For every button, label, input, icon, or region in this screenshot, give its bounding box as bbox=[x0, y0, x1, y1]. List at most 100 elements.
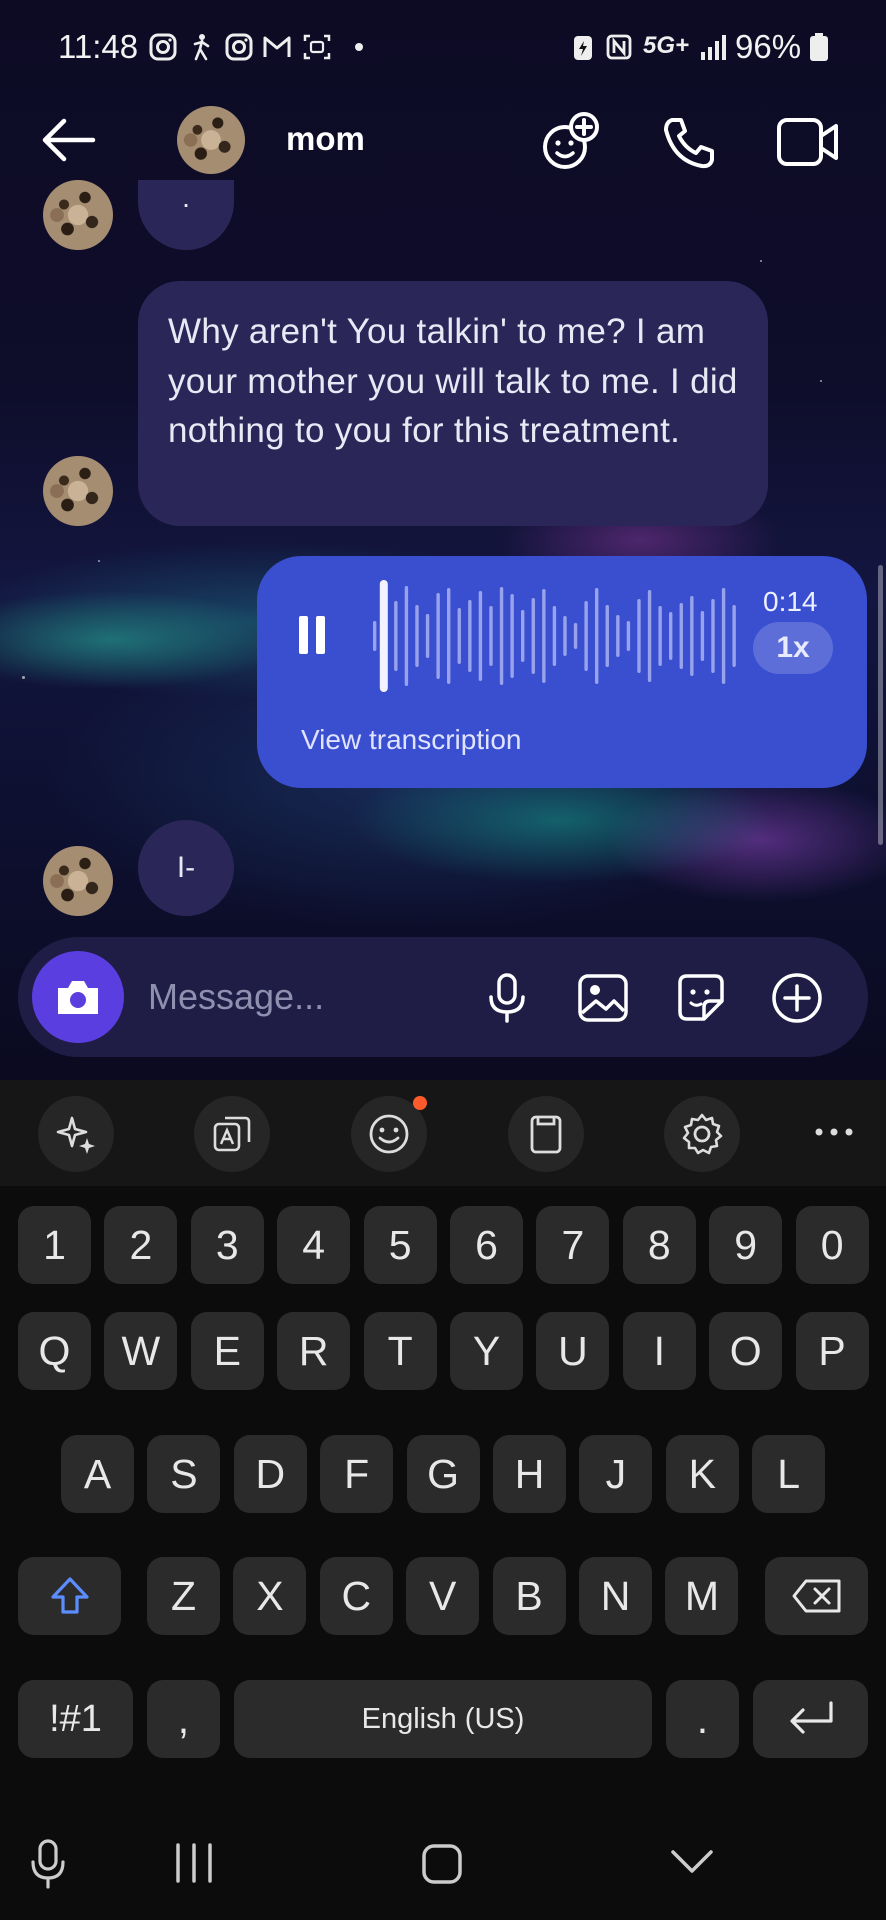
translate-button[interactable] bbox=[194, 1096, 270, 1172]
keyboard-settings-button[interactable] bbox=[664, 1096, 740, 1172]
comma-key[interactable]: , bbox=[147, 1680, 220, 1758]
key-g[interactable]: G bbox=[406, 1435, 480, 1513]
view-transcription-link[interactable]: View transcription bbox=[301, 724, 521, 756]
waveform-bar bbox=[637, 599, 641, 673]
add-effect-icon[interactable] bbox=[538, 110, 602, 174]
key-3[interactable]: 3 bbox=[190, 1206, 264, 1284]
waveform-bar bbox=[679, 603, 683, 669]
navigation-bar bbox=[0, 1820, 886, 1920]
waveform-bar bbox=[658, 606, 662, 666]
waveform-bar bbox=[415, 605, 419, 667]
key-7[interactable]: 7 bbox=[536, 1206, 610, 1284]
key-i[interactable]: I bbox=[622, 1312, 696, 1390]
key-q[interactable]: Q bbox=[18, 1312, 91, 1390]
key-v[interactable]: V bbox=[406, 1557, 480, 1635]
instagram-icon-2 bbox=[225, 33, 253, 61]
shift-arrow-icon bbox=[50, 1577, 89, 1614]
playback-speed-button[interactable]: 1x bbox=[753, 622, 833, 674]
period-key[interactable]: . bbox=[666, 1680, 739, 1758]
backspace-key[interactable] bbox=[765, 1557, 868, 1635]
microphone-icon[interactable] bbox=[480, 971, 534, 1025]
symbols-key[interactable]: !#1 bbox=[18, 1680, 133, 1758]
nfc-icon bbox=[606, 34, 632, 60]
sticker-icon[interactable] bbox=[674, 971, 728, 1025]
key-z[interactable]: Z bbox=[147, 1557, 220, 1635]
key-x[interactable]: X bbox=[233, 1557, 307, 1635]
key-y[interactable]: Y bbox=[450, 1312, 523, 1390]
video-call-icon[interactable] bbox=[776, 115, 840, 169]
waveform-bar bbox=[721, 588, 726, 684]
waveform-bar bbox=[584, 601, 588, 671]
add-more-icon[interactable] bbox=[770, 971, 824, 1025]
key-c[interactable]: C bbox=[319, 1557, 393, 1635]
waveform-bar bbox=[489, 606, 493, 666]
space-key[interactable]: English (US) bbox=[234, 1680, 652, 1758]
key-9[interactable]: 9 bbox=[709, 1206, 783, 1284]
camera-button[interactable] bbox=[32, 951, 124, 1043]
scrollbar[interactable] bbox=[878, 565, 883, 845]
phone-icon[interactable] bbox=[660, 114, 718, 172]
voice-message-bubble[interactable]: 0:14 1x View transcription bbox=[257, 556, 867, 788]
key-1[interactable]: 1 bbox=[18, 1206, 91, 1284]
key-b[interactable]: B bbox=[492, 1557, 566, 1635]
key-a[interactable]: A bbox=[61, 1435, 134, 1513]
more-options-icon[interactable] bbox=[814, 1122, 854, 1142]
contact-name[interactable]: mom bbox=[286, 120, 365, 158]
waveform-bar bbox=[595, 588, 599, 684]
gmail-icon bbox=[263, 36, 291, 57]
recent-apps-icon[interactable] bbox=[172, 1842, 216, 1884]
key-p[interactable]: P bbox=[795, 1312, 869, 1390]
clipboard-button[interactable] bbox=[508, 1096, 584, 1172]
key-m[interactable]: M bbox=[665, 1557, 739, 1635]
key-r[interactable]: R bbox=[277, 1312, 351, 1390]
key-f[interactable]: F bbox=[320, 1435, 394, 1513]
waveform-bar bbox=[626, 621, 631, 651]
key-j[interactable]: J bbox=[579, 1435, 653, 1513]
key-4[interactable]: 4 bbox=[277, 1206, 351, 1284]
voice-waveform[interactable] bbox=[369, 578, 739, 694]
hide-keyboard-icon[interactable] bbox=[668, 1846, 716, 1878]
screen-record-icon bbox=[303, 34, 331, 60]
sender-avatar bbox=[43, 180, 113, 250]
waveform-bar bbox=[394, 601, 398, 671]
pause-icon[interactable] bbox=[297, 614, 327, 656]
key-2[interactable]: 2 bbox=[104, 1206, 178, 1284]
incoming-message-bubble[interactable]: I- bbox=[138, 820, 234, 916]
key-l[interactable]: L bbox=[752, 1435, 826, 1513]
key-6[interactable]: 6 bbox=[450, 1206, 523, 1284]
incoming-message-bubble[interactable]: Why aren't You talkin' to me? I am your … bbox=[138, 281, 768, 526]
keyboard-toolbar bbox=[0, 1080, 886, 1186]
key-o[interactable]: O bbox=[709, 1312, 783, 1390]
home-icon[interactable] bbox=[420, 1842, 464, 1886]
back-arrow-icon[interactable] bbox=[38, 115, 98, 165]
keyboard: 1234567890 QWERTYUIOP ASDFGHJKL ZXCVBNM !#1… bbox=[0, 1080, 886, 1820]
key-t[interactable]: T bbox=[363, 1312, 437, 1390]
ai-writing-button[interactable] bbox=[38, 1096, 114, 1172]
key-e[interactable]: E bbox=[190, 1312, 264, 1390]
key-d[interactable]: D bbox=[233, 1435, 307, 1513]
sender-avatar bbox=[43, 846, 113, 916]
voice-input-icon[interactable] bbox=[28, 1838, 68, 1890]
battery-saver-icon bbox=[574, 36, 592, 60]
notification-dot-icon bbox=[355, 43, 363, 51]
key-k[interactable]: K bbox=[665, 1435, 739, 1513]
emoji-icon bbox=[369, 1114, 409, 1154]
key-8[interactable]: 8 bbox=[622, 1206, 696, 1284]
key-s[interactable]: S bbox=[147, 1435, 221, 1513]
waveform-bar bbox=[711, 599, 715, 673]
key-w[interactable]: W bbox=[104, 1312, 178, 1390]
key-5[interactable]: 5 bbox=[363, 1206, 437, 1284]
enter-key[interactable] bbox=[753, 1680, 868, 1758]
camera-icon bbox=[58, 981, 98, 1014]
signal-icon bbox=[701, 35, 726, 60]
key-0[interactable]: 0 bbox=[795, 1206, 869, 1284]
key-n[interactable]: N bbox=[579, 1557, 652, 1635]
key-u[interactable]: U bbox=[536, 1312, 610, 1390]
message-input[interactable] bbox=[146, 973, 450, 1021]
contact-avatar[interactable] bbox=[177, 106, 245, 174]
playhead[interactable] bbox=[379, 580, 388, 692]
key-h[interactable]: H bbox=[493, 1435, 566, 1513]
message-composer bbox=[18, 937, 868, 1057]
shift-key[interactable] bbox=[18, 1557, 121, 1635]
gallery-icon[interactable] bbox=[576, 971, 630, 1025]
